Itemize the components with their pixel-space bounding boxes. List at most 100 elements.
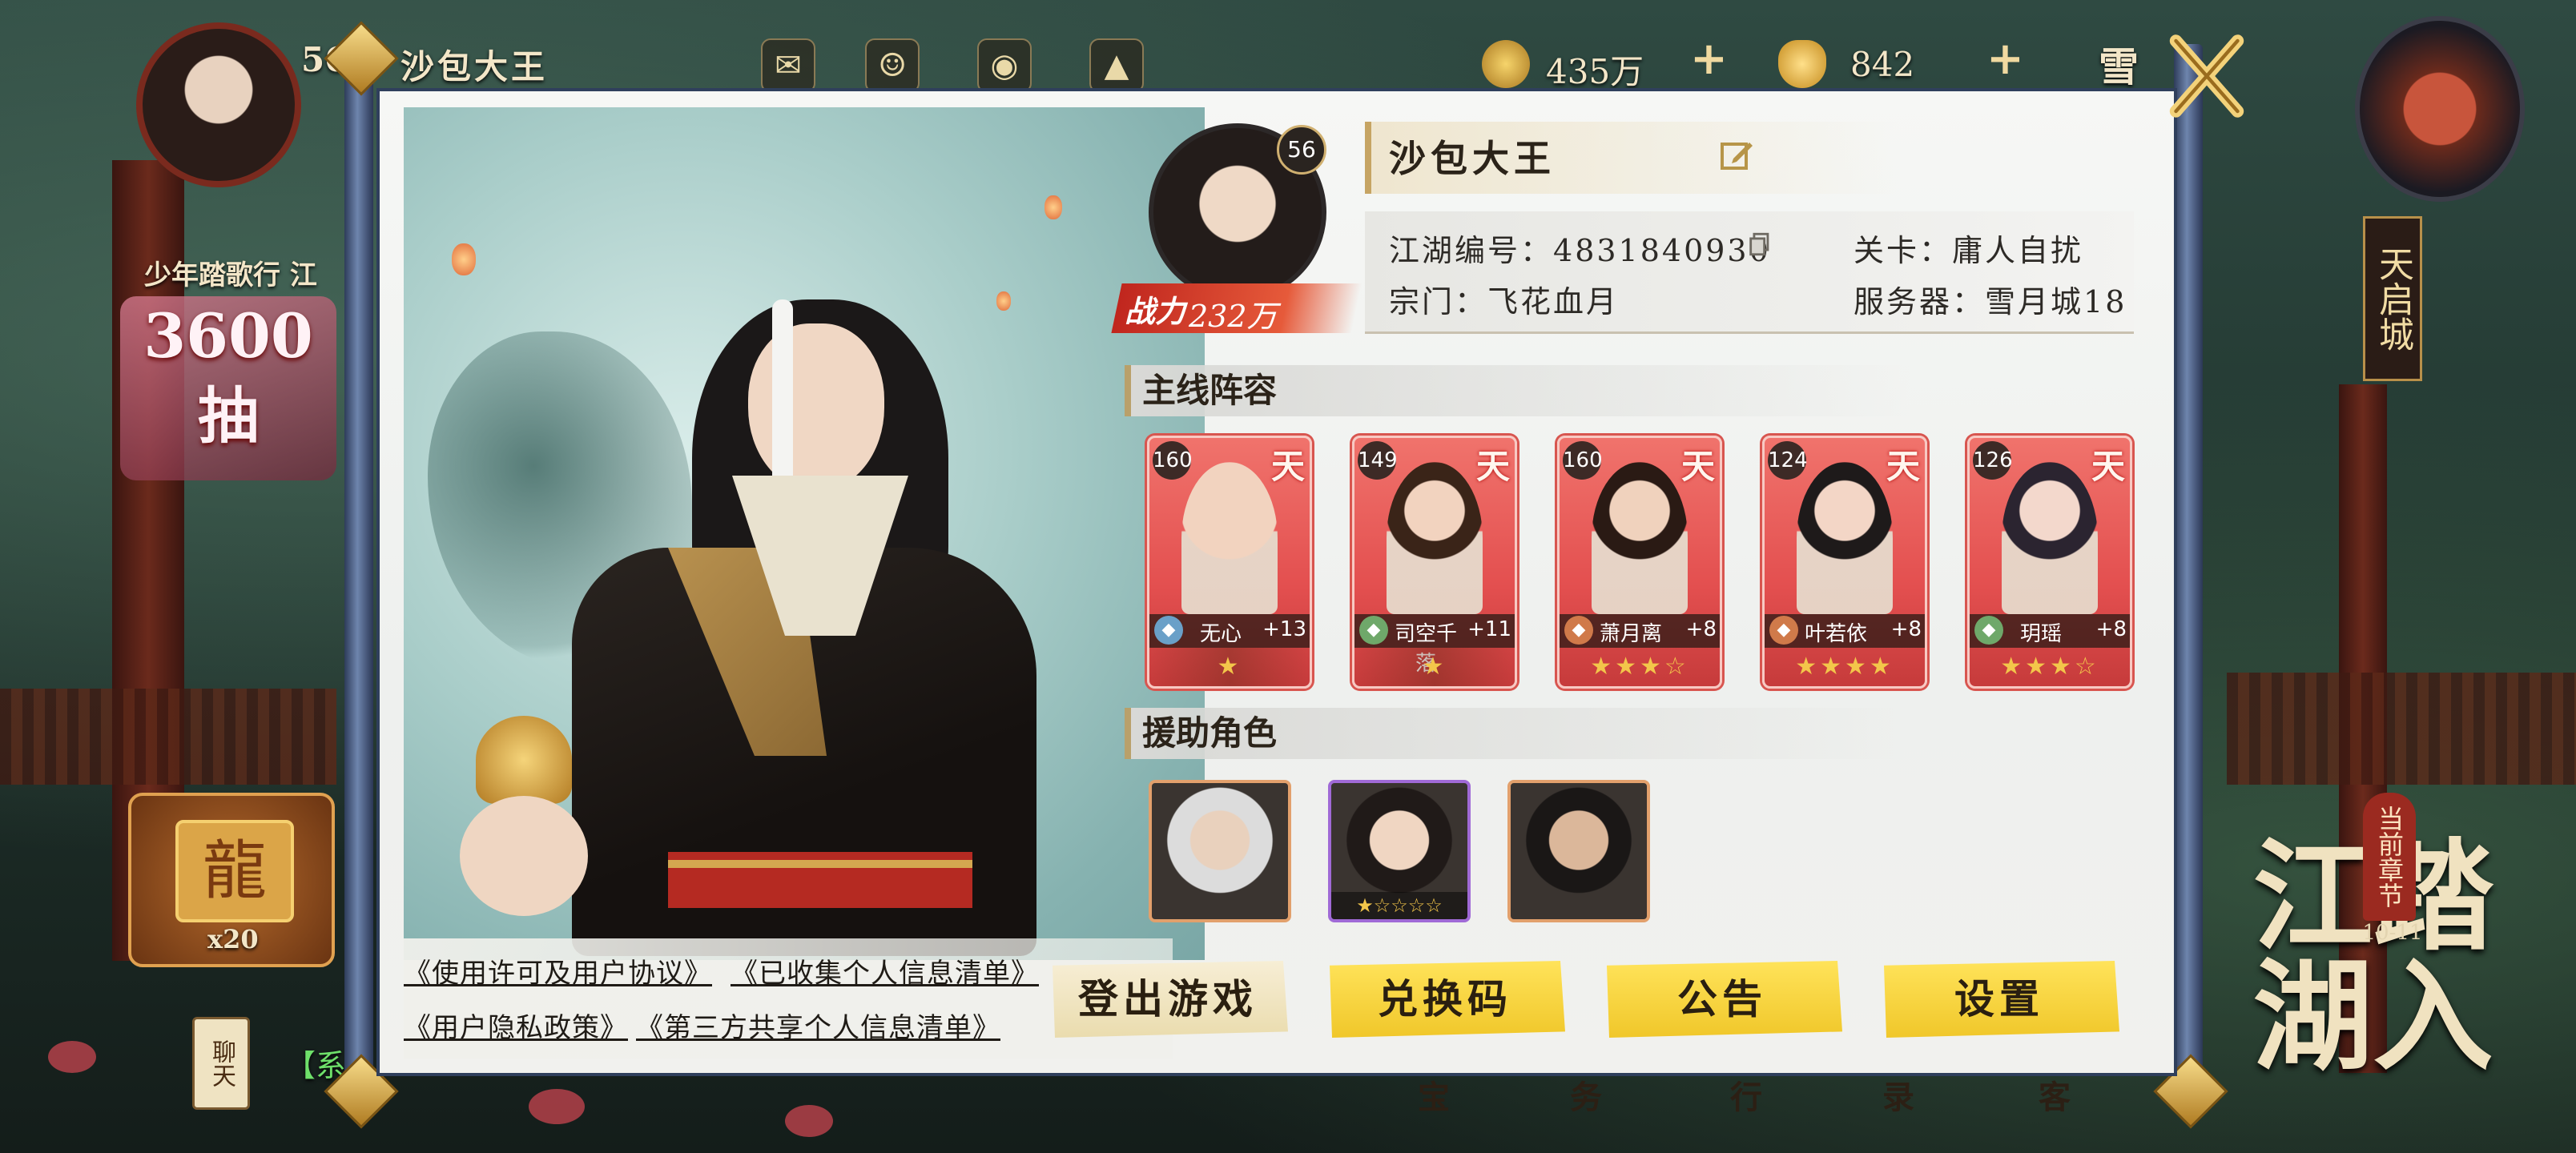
add-ingot-icon[interactable]: + bbox=[1986, 32, 2024, 85]
lotus-flower bbox=[785, 1105, 833, 1137]
privacy-policy-link[interactable]: 《用户隐私政策》 bbox=[404, 1006, 628, 1045]
lineup-title: 主线阵容 bbox=[1125, 365, 1911, 416]
mail-icon[interactable]: ✉ bbox=[761, 38, 815, 93]
hero-name: 萧月离 bbox=[1599, 622, 1662, 646]
banner-text: 3600抽 bbox=[143, 300, 313, 452]
copy-icon[interactable] bbox=[1746, 231, 1773, 258]
settings-button[interactable]: 设置 bbox=[1884, 961, 2119, 1038]
hero-card[interactable]: 124 天 ◆ 叶若依 +8 ★★★★ bbox=[1762, 436, 1927, 689]
city-sign[interactable]: 天启城 bbox=[2363, 216, 2422, 381]
element-icon: ◆ bbox=[1564, 616, 1593, 645]
hero-level: 149 bbox=[1358, 441, 1398, 480]
close-icon[interactable] bbox=[2163, 32, 2251, 120]
stage-label: 关卡： bbox=[1854, 233, 1953, 268]
hero-level: 160 bbox=[1563, 441, 1603, 480]
view-icon[interactable]: ◉ bbox=[977, 38, 1032, 93]
hero-enhance: +11 bbox=[1467, 617, 1511, 641]
hero-level: 160 bbox=[1153, 441, 1193, 480]
element-icon: ◆ bbox=[1359, 616, 1388, 645]
support-character[interactable] bbox=[1149, 780, 1291, 922]
bottom-nav-item[interactable]: 行 bbox=[1730, 1071, 1762, 1118]
lotus-flower bbox=[48, 1041, 96, 1073]
hero-stars: ★★★☆ bbox=[1590, 653, 1689, 681]
bottom-nav-item[interactable]: 客 bbox=[2039, 1071, 2071, 1118]
chapter-number: 10-11 bbox=[2362, 921, 2423, 945]
draw-event-banner[interactable]: 3600抽 bbox=[120, 296, 336, 480]
chapter-tag: 当前章节 bbox=[2363, 793, 2416, 921]
redeem-code-button[interactable]: 兑换码 bbox=[1330, 961, 1565, 1038]
hero-portrait bbox=[1592, 462, 1688, 614]
dragon-icon: 龍 bbox=[175, 820, 294, 922]
golden-lotus-icon bbox=[476, 716, 572, 804]
hero-stars: ★★★☆ bbox=[2000, 653, 2099, 681]
hero-portrait bbox=[2002, 462, 2098, 614]
hero-stars: ★★★★ bbox=[1795, 653, 1894, 681]
hero-face bbox=[748, 323, 884, 492]
scroll-rod-right bbox=[2174, 44, 2203, 1085]
player-name: 沙包大王 bbox=[1389, 137, 1556, 180]
hero-tier: 天 bbox=[1475, 447, 1510, 486]
hero-portrait bbox=[1387, 462, 1483, 614]
logout-button[interactable]: 登出游戏 bbox=[1053, 961, 1288, 1038]
hero-tier: 天 bbox=[1680, 447, 1715, 486]
edit-name-icon[interactable] bbox=[1717, 136, 1756, 175]
hero-card[interactable]: 149天◆司空千落+11★ bbox=[1352, 436, 1517, 689]
element-icon: ◆ bbox=[1769, 616, 1798, 645]
hero-hand bbox=[460, 796, 588, 916]
hero-enhance: +8 bbox=[1890, 617, 1922, 641]
bottom-nav-item[interactable]: 录 bbox=[1882, 1071, 1914, 1118]
server-row: 服务器：雪月城18 bbox=[1854, 277, 2127, 321]
hero-white-streak bbox=[772, 299, 793, 492]
lotus-flower bbox=[529, 1089, 585, 1124]
hero-tier: 天 bbox=[1270, 447, 1305, 486]
item-reward-box[interactable]: 龍 x20 bbox=[128, 793, 335, 967]
element-icon: ◆ bbox=[1154, 616, 1183, 645]
server-label: 服务器： bbox=[1854, 284, 1986, 319]
support-character[interactable]: ★☆☆☆☆ bbox=[1328, 780, 1471, 922]
hero-card[interactable]: 126 天 ◆ 玥瑶 +8 ★★★☆ bbox=[1967, 436, 2132, 689]
hero-level: 124 bbox=[1768, 441, 1808, 480]
hero-enhance: +8 bbox=[1685, 617, 1717, 641]
jianghu-id-label: 江湖编号： bbox=[1389, 233, 1554, 268]
city-map-icon[interactable] bbox=[2355, 16, 2525, 202]
ingot-icon bbox=[1778, 40, 1826, 88]
rank-icon[interactable]: ▲ bbox=[1089, 38, 1144, 93]
stage-row: 关卡：庸人自扰 bbox=[1854, 226, 2083, 270]
hero-portrait bbox=[1797, 462, 1893, 614]
bottom-nav-item[interactable]: 务 bbox=[1570, 1071, 1602, 1118]
sect-label: 宗门： bbox=[1389, 284, 1488, 319]
copper-amount: 435万 bbox=[1546, 52, 1644, 91]
hero-enhance: +13 bbox=[1262, 617, 1306, 641]
announcement-button[interactable]: 公告 bbox=[1607, 961, 1842, 1038]
license-agreement-link[interactable]: 《使用许可及用户协议》 bbox=[404, 951, 712, 990]
hero-level: 126 bbox=[1973, 441, 2013, 480]
third-party-info-link[interactable]: 《第三方共享个人信息清单》 bbox=[636, 1006, 1000, 1045]
power-value: 232万 bbox=[1189, 299, 1278, 334]
hero-tier: 天 bbox=[1886, 447, 1920, 486]
chat-button[interactable]: 聊天 bbox=[192, 1017, 250, 1110]
support-characters: ★☆☆☆☆ bbox=[1149, 780, 1709, 932]
item-count: x20 bbox=[207, 924, 259, 954]
server-name: 雪月城18 bbox=[1985, 284, 2127, 319]
hero-portrait bbox=[1181, 462, 1278, 614]
stage-name: 庸人自扰 bbox=[1952, 233, 2084, 268]
hero-name: 无心 bbox=[1199, 622, 1242, 646]
support-character[interactable] bbox=[1507, 780, 1650, 922]
hud-player-avatar[interactable] bbox=[136, 22, 301, 187]
hero-card[interactable]: 160 天 ◆ 萧月离 +8 ★★★☆ bbox=[1557, 436, 1722, 689]
collected-info-link[interactable]: 《已收集个人信息清单》 bbox=[731, 951, 1039, 990]
friends-icon[interactable]: ☺ bbox=[865, 38, 920, 93]
hero-enhance: +8 bbox=[2095, 617, 2127, 641]
right-railing bbox=[2227, 673, 2576, 785]
add-copper-icon[interactable]: + bbox=[1690, 32, 1728, 85]
lineup-cards: 160天◆无心+13★149天◆司空千落+11★160天◆萧月离+8★★★☆12… bbox=[1147, 436, 2140, 700]
player-info-box: 江湖编号：4831840930 宗门：飞花血月 关卡：庸人自扰 服务器：雪月城1… bbox=[1365, 211, 2134, 334]
hero-card[interactable]: 160 天 ◆ 无心 +13 ★ bbox=[1147, 436, 1312, 689]
snow-currency-glyph: 雪 bbox=[2099, 43, 2139, 90]
support-title: 援助角色 bbox=[1125, 708, 1911, 759]
jianghu-id: 4831840930 bbox=[1553, 233, 1771, 268]
hero-tier: 天 bbox=[2091, 447, 2125, 486]
player-character-illustration bbox=[428, 211, 1101, 956]
bottom-nav-item[interactable]: 宝 bbox=[1418, 1071, 1450, 1118]
activity-label[interactable]: 少年踏歌行 江 bbox=[144, 253, 317, 292]
